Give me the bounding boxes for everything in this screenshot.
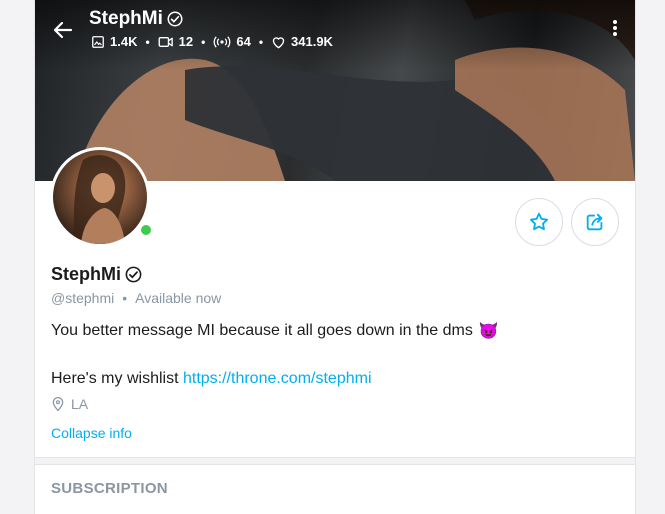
back-button[interactable] [51,18,75,42]
cover-name-text: StephMi [89,8,163,29]
video-icon [158,36,173,47]
verified-icon [167,11,183,27]
share-button[interactable] [571,198,619,246]
stat-streams: 64 [213,34,251,49]
avatar-photo [73,155,126,244]
stat-separator: • [258,34,264,49]
verified-icon [125,266,142,283]
stat-videos-value: 12 [178,34,194,49]
back-arrow-icon [53,21,73,39]
stat-separator: • [201,34,206,49]
more-vertical-icon [611,20,619,36]
stat-streams-value: 64 [236,34,251,49]
profile-stats: 1.4K • 12 • 64 • 341.9K [91,34,333,49]
stat-photos: 1.4K [91,34,137,49]
heart-icon [272,36,285,48]
location: LA [51,396,88,412]
location-pin-icon [52,397,64,412]
share-icon [586,213,603,231]
bio-line-2: Here's my wishlist https://throne.com/st… [51,370,372,388]
profile-name: StephMi [51,264,143,285]
wishlist-text: Here's my wishlist [51,370,179,387]
stat-videos: 12 [158,34,193,49]
add-to-favorites-button[interactable] [515,198,563,246]
online-indicator [138,222,154,238]
star-icon [530,212,548,231]
subscription-heading: SUBSCRIPTION [51,480,168,497]
collapse-info-link[interactable]: Collapse info [51,425,132,441]
bio-text: You better message MI because it all goe… [51,322,473,339]
meta-separator: • [122,290,128,306]
avatar[interactable] [50,147,154,247]
profile-handle: @stephmi [51,290,115,306]
more-options-button[interactable] [611,20,619,40]
stat-separator: • [145,34,150,49]
profile-meta: @stephmi • Available now [51,290,221,306]
devil-emoji-icon: 😈 [478,323,499,340]
location-text: LA [71,396,89,412]
cover-display-name: StephMi [89,8,184,30]
wishlist-link[interactable]: https://throne.com/stephmi [183,370,372,387]
profile-card: StephMi 1.4K • 12 • 64 • 341.9K StephMi … [34,0,636,514]
stat-likes: 341.9K [271,34,333,49]
image-icon [92,35,104,48]
bio-line-1: You better message MI because it all goe… [51,321,499,341]
stat-photos-value: 1.4K [110,34,138,49]
stat-likes-value: 341.9K [291,34,333,49]
availability-status: Available now [135,290,222,306]
stream-icon [214,35,231,48]
profile-name-text: StephMi [51,264,121,284]
section-divider [35,457,635,465]
avatar-image [53,150,147,244]
